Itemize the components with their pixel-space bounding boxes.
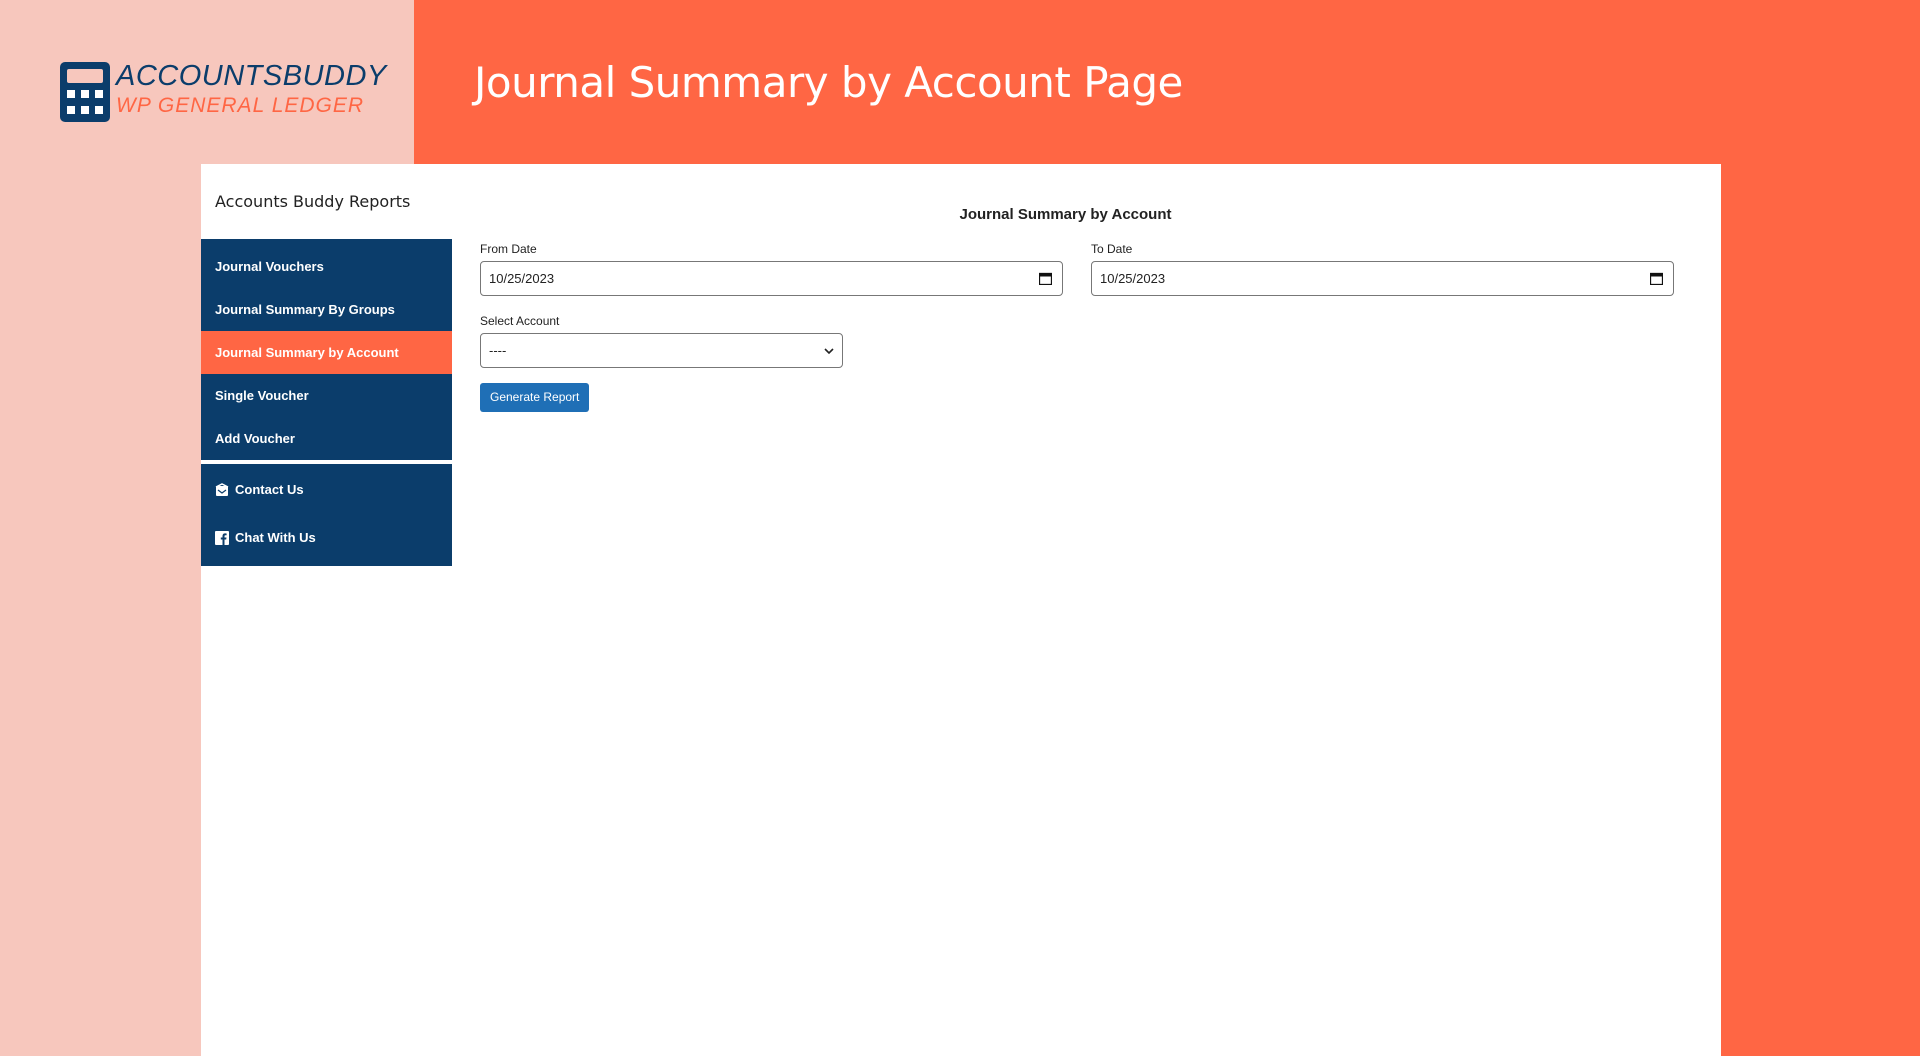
account-select-value: ---- [489, 343, 507, 358]
from-date-value: 10/25/2023 [489, 271, 555, 286]
form-title: Journal Summary by Account [959, 206, 1172, 223]
sidebar-extra-nav: Contact Us Chat With Us [201, 464, 452, 566]
sidebar-item-contact-us[interactable]: Contact Us [201, 466, 452, 514]
sidebar: Accounts Buddy Reports Journal Vouchers … [201, 164, 452, 566]
sidebar-item-label: Chat With Us [235, 530, 316, 545]
sidebar-item-journal-summary-account[interactable]: Journal Summary by Account [201, 331, 452, 374]
sidebar-title: Accounts Buddy Reports [201, 164, 452, 243]
account-select[interactable]: ---- [480, 333, 843, 368]
sidebar-item-label: Contact Us [235, 482, 304, 497]
calendar-icon[interactable] [1039, 272, 1052, 285]
facebook-icon [215, 531, 229, 545]
contact-icon [215, 483, 229, 496]
from-date-input[interactable]: 10/25/2023 [480, 261, 1063, 296]
sidebar-nav: Journal Vouchers Journal Summary By Grou… [201, 243, 452, 460]
sidebar-item-journal-summary-groups[interactable]: Journal Summary By Groups [201, 288, 452, 331]
brand-subtitle: WP GENERAL LEDGER [116, 94, 365, 117]
generate-report-button[interactable]: Generate Report [480, 383, 590, 412]
sidebar-item-journal-vouchers[interactable]: Journal Vouchers [201, 245, 452, 288]
calendar-icon[interactable] [1650, 272, 1663, 285]
to-date-value: 10/25/2023 [1100, 271, 1166, 286]
sidebar-item-single-voucher[interactable]: Single Voucher [201, 374, 452, 417]
from-date-label: From Date [480, 242, 537, 256]
sidebar-item-add-voucher[interactable]: Add Voucher [201, 417, 452, 460]
sidebar-item-chat-with-us[interactable]: Chat With Us [201, 514, 452, 562]
report-form: Journal Summary by Account From Date 10/… [452, 164, 1721, 1056]
calculator-icon [60, 62, 110, 122]
chevron-down-icon [824, 348, 834, 355]
to-date-input[interactable]: 10/25/2023 [1091, 261, 1674, 296]
content-panel: Accounts Buddy Reports Journal Vouchers … [201, 164, 1721, 1056]
select-account-label: Select Account [480, 314, 560, 328]
to-date-label: To Date [1091, 242, 1133, 256]
brand-name: ACCOUNTSBUDDY [116, 60, 387, 92]
page-title: Journal Summary by Account Page [474, 58, 1183, 107]
